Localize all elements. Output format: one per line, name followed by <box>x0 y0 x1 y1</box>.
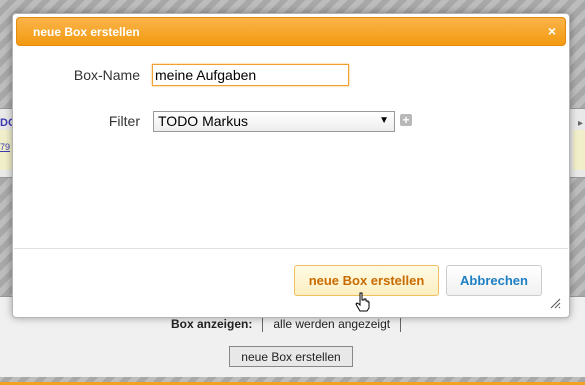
close-icon[interactable]: × <box>548 23 556 39</box>
separator <box>400 316 402 332</box>
new-box-dialog: neue Box erstellen × Box-Name Filter TOD… <box>12 13 570 318</box>
box-show-label: Box anzeigen: <box>171 317 253 331</box>
background-new-box-button[interactable]: neue Box erstellen <box>229 346 353 367</box>
dialog-title: neue Box erstellen <box>33 25 140 39</box>
dialog-divider <box>14 248 568 249</box>
background-link-fragment[interactable]: 79 <box>0 142 10 152</box>
filter-select[interactable]: TODO Markus ▼ <box>153 111 395 132</box>
background-highlight-right <box>573 130 585 170</box>
add-filter-plus-icon[interactable]: + <box>400 114 412 126</box>
box-show-row: Box anzeigen: alle werden angezeigt <box>171 316 411 332</box>
filter-selected-value: TODO Markus <box>158 113 248 129</box>
box-name-input[interactable] <box>152 64 349 86</box>
cancel-button[interactable]: Abbrechen <box>446 265 542 296</box>
resize-handle-icon[interactable] <box>550 298 561 309</box>
box-name-label: Box-Name <box>73 67 140 83</box>
dialog-titlebar[interactable]: neue Box erstellen × <box>16 17 566 46</box>
box-show-value[interactable]: alle werden angezeigt <box>273 317 390 331</box>
hand-cursor-icon <box>355 292 370 312</box>
background-arrow-icon: ▸ <box>577 118 583 129</box>
filter-label: Filter <box>108 113 140 129</box>
separator <box>262 316 264 332</box>
dropdown-arrow-icon: ▼ <box>379 115 389 126</box>
